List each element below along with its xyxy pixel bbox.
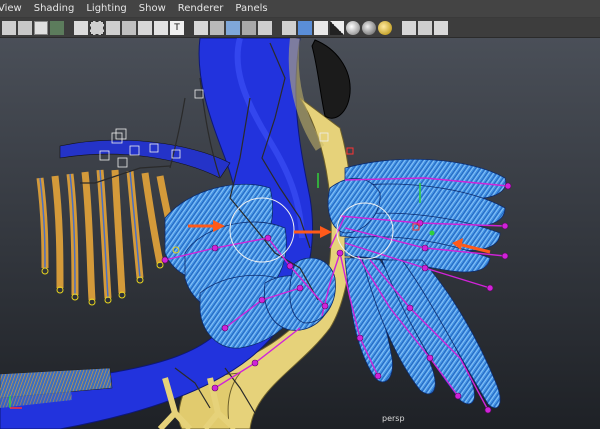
toolbar-separator bbox=[66, 21, 72, 35]
xray-joints-icon[interactable] bbox=[314, 20, 328, 35]
quad-view-icon[interactable] bbox=[418, 20, 432, 35]
graph-editor-icon[interactable] bbox=[434, 20, 448, 35]
camera-attributes-icon[interactable] bbox=[18, 20, 32, 35]
field-chart-icon[interactable] bbox=[138, 20, 152, 35]
smooth-shade-icon[interactable] bbox=[210, 20, 224, 35]
cube-view-icon[interactable] bbox=[402, 20, 416, 35]
use-lights-icon[interactable] bbox=[258, 20, 272, 35]
menu-renderer[interactable]: Renderer bbox=[172, 0, 230, 18]
toolbar-separator bbox=[274, 21, 280, 35]
panel-toolbar: T bbox=[0, 18, 600, 38]
gate-mask-icon[interactable] bbox=[122, 20, 136, 35]
default-material-icon[interactable] bbox=[330, 20, 344, 35]
menu-shading[interactable]: Shading bbox=[28, 0, 81, 18]
camera-name-label: persp bbox=[382, 414, 405, 423]
motion-blur-icon[interactable] bbox=[362, 20, 376, 35]
isolate-select-icon[interactable] bbox=[282, 20, 296, 35]
menu-panels[interactable]: Panels bbox=[229, 0, 273, 18]
textured-icon[interactable] bbox=[226, 20, 240, 35]
menu-lighting[interactable]: Lighting bbox=[80, 0, 132, 18]
menu-bar: View Shading Lighting Show Renderer Pane… bbox=[0, 0, 600, 18]
grid-icon[interactable] bbox=[74, 20, 88, 35]
toolbar-separator bbox=[394, 21, 400, 35]
resolution-gate-icon[interactable] bbox=[106, 20, 120, 35]
wireframe-icon[interactable] bbox=[194, 20, 208, 35]
film-gate-icon[interactable] bbox=[90, 20, 104, 35]
select-camera-icon[interactable] bbox=[2, 20, 16, 35]
menu-show[interactable]: Show bbox=[133, 0, 172, 18]
xray-icon[interactable] bbox=[298, 20, 312, 35]
safe-title-icon[interactable]: T bbox=[170, 20, 184, 35]
bookmark-icon[interactable] bbox=[34, 20, 48, 35]
ambient-occlusion-icon[interactable] bbox=[346, 20, 360, 35]
toolbar-separator bbox=[186, 21, 192, 35]
3d-viewport[interactable] bbox=[0, 38, 600, 429]
safe-action-icon[interactable] bbox=[154, 20, 168, 35]
shadows-icon[interactable] bbox=[242, 20, 256, 35]
image-plane-icon[interactable] bbox=[50, 20, 64, 35]
anti-alias-icon[interactable] bbox=[378, 20, 392, 35]
menu-view[interactable]: View bbox=[0, 0, 28, 18]
